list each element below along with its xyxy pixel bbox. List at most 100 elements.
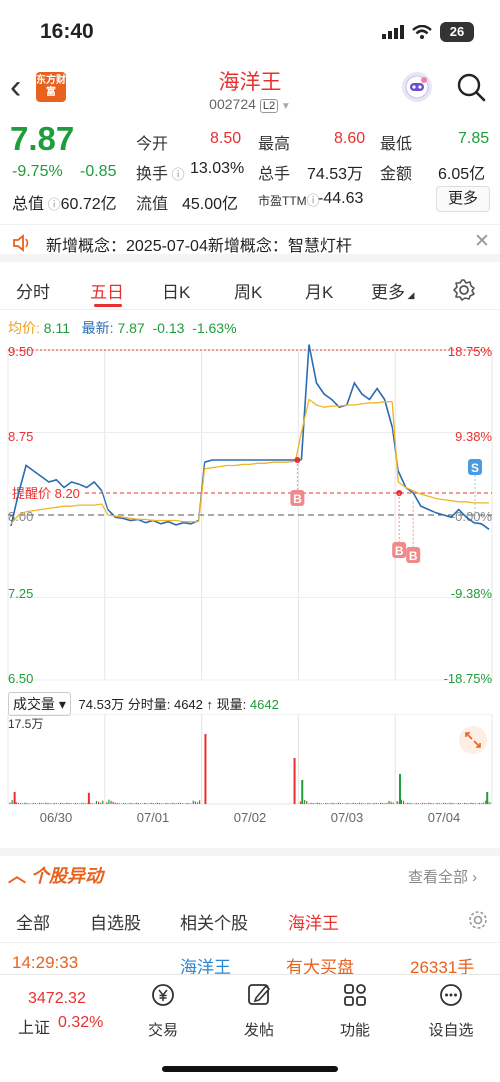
latest-pct: -1.63% <box>192 320 237 336</box>
volume-total: 74.53万 <box>78 697 125 712</box>
tab-five-day[interactable]: 五日 <box>90 278 124 303</box>
nav-function-label: 功能 <box>339 1022 370 1039</box>
latest-label: 最新: <box>81 320 114 336</box>
day-label-0630: 06/30 <box>40 810 73 825</box>
avg-line <box>300 398 393 433</box>
buy-point <box>294 457 301 463</box>
nav-add-watch-label: 设自选 <box>428 1022 474 1039</box>
nav-trade-label: 交易 <box>147 1022 178 1039</box>
add-watch-icon <box>440 984 462 1006</box>
latest-value: 7.87 <box>117 320 145 336</box>
turnover-label: 换手 ⓘ <box>136 166 185 183</box>
nav-function[interactable]: 功能 <box>325 982 385 1040</box>
price-tick-650: 6.50 <box>8 671 33 686</box>
tab-intraday[interactable]: 分时 <box>16 278 50 303</box>
reminder-price-label: 提醒价 8.20 <box>12 486 80 501</box>
pe-label: 市盈TTMⓘ <box>258 193 320 208</box>
buy-badge-letter: B <box>395 544 404 558</box>
open-value: 8.50 <box>210 130 242 147</box>
turnover-value: 13.03% <box>190 160 245 177</box>
volume-minute: 4642 <box>173 697 203 712</box>
nav-post[interactable]: 发帖 <box>229 982 289 1040</box>
battery-icon: 26 <box>440 22 474 42</box>
high-value: 8.60 <box>334 130 366 147</box>
subtab-haiyangwang[interactable]: 海洋王 <box>288 909 339 934</box>
nav-add-watch[interactable]: 设自选 <box>421 982 481 1040</box>
wifi-icon <box>412 25 432 39</box>
high-label: 最高 <box>258 136 291 153</box>
info-icon[interactable]: ⓘ <box>44 197 61 212</box>
pe-value: -44.63 <box>318 190 364 207</box>
volume-minute-label: 分时量: <box>127 697 171 712</box>
five-day-price-chart[interactable]: 9.50 8.75 7.25 6.50 18.75% 9.38% -0.00% … <box>0 340 500 692</box>
volume-header: 成交量 ▾ 74.53万 分时量: 4642 ↑ 现量: 4642 <box>8 692 279 716</box>
pct-tick-938: 9.38% <box>455 429 492 444</box>
tabs-divider <box>0 309 500 310</box>
tab-more[interactable]: 更多 ◢ <box>371 278 414 303</box>
active-tab-indicator <box>94 304 122 307</box>
buy-badge-letter: B <box>409 549 418 563</box>
stock-code: 002724 <box>209 96 256 112</box>
price-tick-725: 7.25 <box>8 586 33 601</box>
subtab-related[interactable]: 相关个股 <box>180 909 248 934</box>
activity-time: 14:29:33 <box>12 953 79 972</box>
volume-select[interactable]: 成交量 ▾ <box>8 692 71 716</box>
volume-max-label: 17.5万 <box>8 717 43 731</box>
avg-line <box>204 460 296 470</box>
sell-badge-letter: S <box>471 461 479 475</box>
day-label-0703: 07/03 <box>331 810 364 825</box>
day-label-0704: 07/04 <box>428 810 461 825</box>
search-icon[interactable] <box>456 72 486 102</box>
function-icon <box>344 984 366 1006</box>
status-icons: 26 <box>382 22 474 42</box>
section-divider <box>0 848 500 856</box>
float-label: 流值 <box>136 196 169 213</box>
buy-badge-letter: B <box>293 492 302 506</box>
post-icon <box>248 984 271 1005</box>
level-badge: L2 <box>259 99 279 113</box>
index-percent[interactable]: 0.32% <box>58 1014 103 1032</box>
trade-icon <box>152 984 174 1006</box>
amount-value: 6.05亿 <box>438 166 486 183</box>
low-label: 最低 <box>380 136 413 153</box>
pct-tick-neg1875: -18.75% <box>444 671 493 686</box>
settings-gear-icon[interactable] <box>452 278 476 302</box>
subtab-all[interactable]: 全部 <box>16 909 50 934</box>
home-indicator <box>162 1066 338 1072</box>
volume-now: 4642 <box>249 697 279 712</box>
nav-post-label: 发帖 <box>243 1022 274 1039</box>
low-value: 7.85 <box>458 130 490 147</box>
price-tick-950: 9.50 <box>8 344 33 359</box>
more-button[interactable]: 更多 <box>436 186 490 212</box>
expand-icon[interactable] <box>459 726 487 754</box>
tab-monthly-k[interactable]: 月K <box>305 278 333 303</box>
status-time: 16:40 <box>40 20 94 43</box>
pct-tick-1875: 18.75% <box>448 344 493 359</box>
market-cap: 总值 ⓘ60.72亿 <box>12 190 117 214</box>
index-value[interactable]: 3472.32 <box>28 990 86 1008</box>
open-label: 今开 <box>136 136 169 153</box>
nav-trade[interactable]: 交易 <box>133 982 193 1040</box>
tab-daily-k[interactable]: 日K <box>162 278 190 303</box>
chevron-up-icon: ︿ <box>8 866 32 886</box>
price-tick-875: 8.75 <box>8 429 33 444</box>
view-all-link[interactable]: 查看全部 › <box>408 866 477 887</box>
news-text[interactable]: 新增概念：2025-07-04新增概念：智慧灯杆 <box>46 232 352 256</box>
market-cap-label: 总值 <box>12 196 45 213</box>
index-name[interactable]: 上证 <box>18 1014 50 1038</box>
subtab-watchlist[interactable]: 自选股 <box>90 909 141 934</box>
tab-weekly-k[interactable]: 周K <box>234 278 262 303</box>
close-icon[interactable]: ✕ <box>474 230 490 253</box>
divider <box>0 942 500 943</box>
assistant-robot-icon[interactable] <box>402 72 432 102</box>
avg-row: 均价: 8.11 最新: 7.87 -0.13 -1.63% <box>8 318 237 338</box>
settings-gear-icon[interactable] <box>468 910 488 930</box>
change-percent: -9.75% <box>12 163 63 180</box>
volume-value: 74.53万 <box>307 166 364 183</box>
market-cap-value: 60.72亿 <box>60 196 117 213</box>
avg-value: 8.11 <box>43 320 70 336</box>
volume-label: 总手 <box>258 166 291 183</box>
amount-label: 金额 <box>380 166 413 183</box>
volume-chart[interactable]: 17.5万 06/30 07/01 07/02 07/03 07/04 <box>0 714 500 846</box>
speaker-icon <box>13 234 29 252</box>
